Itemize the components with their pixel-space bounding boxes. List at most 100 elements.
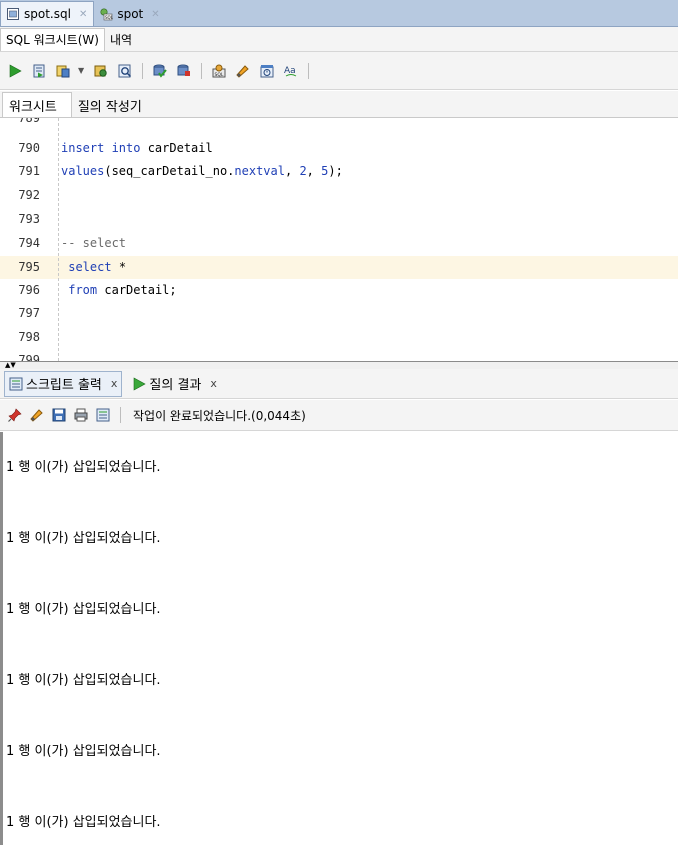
toolbar-divider (308, 62, 309, 79)
line-number: 791 (18, 164, 40, 178)
doc-tab-spot[interactable]: SQL spot ✕ (94, 2, 165, 26)
sql-tuning-icon (118, 64, 132, 78)
history-icon (260, 64, 274, 78)
script-output-icon[interactable] (96, 408, 110, 422)
tab-script-output[interactable]: 스크립트 출력 x (4, 370, 123, 397)
explain-plan-icon (94, 64, 108, 78)
output-toolbar: 작업이 완료되었습니다.(0,044초) (0, 400, 678, 431)
code-line: 793 (0, 208, 678, 231)
tab-worksheet[interactable]: 워크시트 (2, 92, 72, 117)
tab-label: 스크립트 출력 (26, 378, 102, 393)
output-line: 1 행 이(가) 삽입되었습니다. (6, 531, 161, 546)
output-line: 1 행 이(가) 삽입되었습니다. (6, 815, 161, 830)
close-icon[interactable]: ✕ (79, 9, 87, 20)
rollback-icon (177, 64, 191, 78)
worksheet-view-tabs: 워크시트 질의 작성기 (0, 91, 678, 118)
tab-query-builder[interactable]: 질의 작성기 (72, 93, 156, 117)
svg-text:SQL: SQL (215, 72, 224, 78)
sql-tuning-button[interactable] (116, 62, 134, 80)
keyword-nextval: nextval (234, 164, 285, 178)
output-line: 1 행 이(가) 삽입되었습니다. (6, 602, 161, 617)
unshared-sql-icon: SQL (212, 64, 226, 78)
autotrace-icon (56, 64, 70, 78)
code-line: 794 -- select (0, 232, 678, 255)
unshared-sql-button[interactable]: SQL (210, 62, 228, 80)
worksheet-toolbar: ▼ SQL Aa (0, 52, 678, 90)
run-statement-icon (132, 376, 147, 391)
run-statement-button[interactable] (6, 62, 24, 80)
doc-tab-label: spot.sql (24, 7, 71, 21)
doc-tab-spot-sql[interactable]: spot.sql ✕ (0, 1, 95, 26)
toolbar-divider (120, 407, 121, 423)
code-line: 790 insert into carDetail (0, 137, 678, 160)
doc-tab-label: spot (117, 7, 144, 21)
script-output-panel[interactable]: 1 행 이(가) 삽입되었습니다. 1 행 이(가) 삽입되었습니다. 1 행 … (0, 432, 678, 845)
commit-icon (153, 64, 167, 78)
tab-label: 질의 결과 (149, 378, 202, 393)
line-number: 798 (18, 330, 40, 344)
print-icon[interactable] (74, 408, 88, 422)
code-line: 799 (0, 349, 678, 361)
code-line: 796 from carDetail; (0, 279, 678, 302)
format-case-icon: Aa (284, 64, 298, 78)
code-text: select * (68, 260, 127, 274)
tab-query-result[interactable]: 질의 결과 x (128, 372, 221, 396)
rollback-button[interactable] (175, 62, 193, 80)
close-icon[interactable]: x (210, 377, 217, 390)
save-icon[interactable] (52, 408, 66, 422)
script-output-icon (9, 377, 23, 391)
output-line: 1 행 이(가) 삽입되었습니다. (6, 673, 161, 688)
clear-icon (236, 64, 250, 78)
output-line: 1 행 이(가) 삽입되었습니다. (6, 460, 161, 475)
code-text: values(seq_carDetail_no.nextval, 2, 5); (61, 164, 343, 178)
pin-icon[interactable] (8, 408, 22, 422)
output-line: 1 행 이(가) 삽입되었습니다. (6, 744, 161, 759)
keyword-values: values (61, 164, 105, 178)
tab-sql-worksheet[interactable]: SQL 워크시트(W) (0, 27, 105, 51)
status-message: 작업이 완료되었습니다.(0,044초) (133, 408, 306, 423)
close-icon[interactable]: ✕ (151, 9, 159, 20)
line-number: 789 (18, 118, 40, 125)
clear-button[interactable] (234, 62, 252, 80)
line-number: 799 (18, 353, 40, 361)
keyword-select: select (68, 260, 112, 274)
run-script-button[interactable] (30, 62, 48, 80)
format-case-button[interactable]: Aa (282, 62, 300, 80)
fold-guide (58, 118, 59, 361)
code-line: 791 values(seq_carDetail_no.nextval, 2, … (0, 160, 678, 183)
current-code-line: 795 select * (0, 256, 678, 279)
autotrace-button[interactable] (54, 62, 72, 80)
line-number: 790 (18, 141, 40, 155)
line-number: 792 (18, 188, 40, 202)
code-text: insert into carDetail (61, 141, 213, 155)
close-icon[interactable]: x (111, 377, 118, 390)
output-tab-bar: 스크립트 출력 x 질의 결과 x (0, 369, 678, 399)
history-button[interactable] (258, 62, 276, 80)
code-line: 798 (0, 326, 678, 349)
line-number: 794 (18, 236, 40, 250)
code-line: 789 (0, 118, 678, 130)
code-comment: -- select (61, 236, 127, 250)
code-line: 792 (0, 184, 678, 207)
line-number: 793 (18, 212, 40, 226)
connection-icon: SQL (99, 7, 113, 21)
number-literal: 2 (299, 164, 307, 178)
sql-file-icon (6, 7, 20, 21)
number-literal: 5 (321, 164, 329, 178)
line-number: 795 (18, 260, 40, 274)
svg-text:SQL: SQL (105, 15, 113, 20)
clear-icon[interactable] (30, 408, 44, 422)
code-line: 797 (0, 302, 678, 325)
explain-plan-button[interactable] (92, 62, 110, 80)
toolbar-divider (201, 62, 202, 79)
toolbar-divider (142, 62, 143, 79)
sql-editor[interactable]: 789 790 insert into carDetail 791 values… (0, 118, 678, 361)
split-arrows-icon[interactable]: ▲▼ (5, 362, 16, 369)
run-script-icon (32, 64, 46, 78)
chevron-down-icon[interactable]: ▼ (78, 66, 86, 75)
tab-history[interactable]: 내역 (105, 28, 137, 50)
line-number: 796 (18, 283, 40, 297)
commit-button[interactable] (151, 62, 169, 80)
keyword-insert: insert into (61, 141, 141, 155)
code-text: from carDetail; (68, 283, 177, 297)
